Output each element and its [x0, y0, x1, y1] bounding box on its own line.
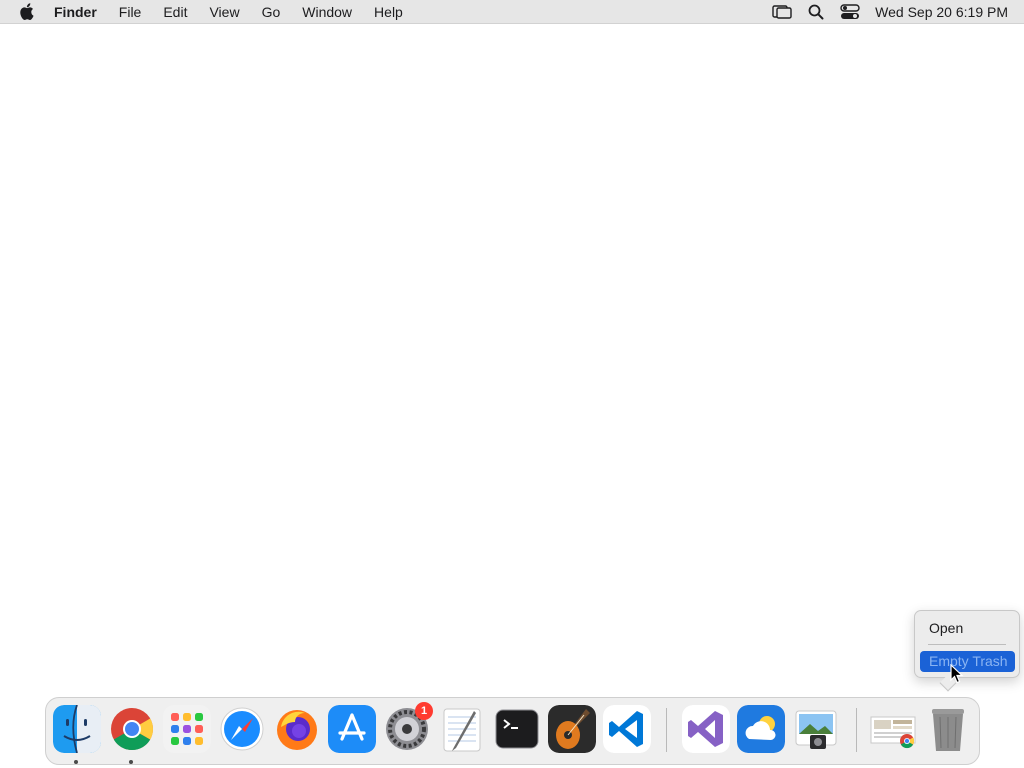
apple-menu[interactable] — [0, 0, 52, 24]
spotlight-search-icon[interactable] — [799, 0, 833, 24]
safari-icon[interactable] — [218, 705, 266, 753]
menubar-clock[interactable]: Wed Sep 20 6:19 PM — [867, 0, 1024, 24]
display-icon[interactable] — [765, 0, 799, 24]
menu-bar: Finder File Edit View Go Window Help Wed… — [0, 0, 1024, 24]
menu-go[interactable]: Go — [251, 0, 292, 24]
menu-help[interactable]: Help — [363, 0, 414, 24]
finder-icon[interactable] — [53, 705, 101, 753]
vscode-icon[interactable] — [603, 705, 651, 753]
terminal-icon[interactable] — [493, 705, 541, 753]
chrome-icon[interactable] — [108, 705, 156, 753]
mouse-pointer-icon — [950, 664, 964, 684]
notification-badge: 1 — [415, 702, 433, 720]
trash-icon[interactable] — [924, 705, 972, 753]
apple-logo-icon — [19, 3, 33, 20]
menu-file[interactable]: File — [108, 0, 153, 24]
launchpad-icon[interactable] — [163, 705, 211, 753]
control-center-icon[interactable] — [833, 0, 867, 24]
visual-studio-icon[interactable] — [682, 705, 730, 753]
downloads-stack-icon[interactable] — [869, 705, 917, 753]
context-menu-open[interactable]: Open — [920, 618, 1015, 639]
firefox-icon[interactable] — [273, 705, 321, 753]
textedit-icon[interactable] — [438, 705, 486, 753]
context-menu-empty-trash[interactable]: Empty Trash — [920, 651, 1015, 672]
menu-window[interactable]: Window — [291, 0, 363, 24]
trash-context-menu: Open Empty Trash — [914, 610, 1020, 692]
menu-edit[interactable]: Edit — [152, 0, 198, 24]
chrome-running-indicator — [129, 760, 133, 764]
weather-icon[interactable] — [737, 705, 785, 753]
menu-app-finder[interactable]: Finder — [52, 0, 108, 24]
garageband-icon[interactable] — [548, 705, 596, 753]
context-menu-separator — [928, 644, 1006, 645]
finder-running-indicator — [74, 760, 78, 764]
dock — [45, 697, 980, 765]
preview-icon[interactable] — [792, 705, 840, 753]
app-store-icon[interactable] — [328, 705, 376, 753]
menu-view[interactable]: View — [198, 0, 250, 24]
dock-separator — [666, 708, 667, 752]
dock-separator — [856, 708, 857, 752]
